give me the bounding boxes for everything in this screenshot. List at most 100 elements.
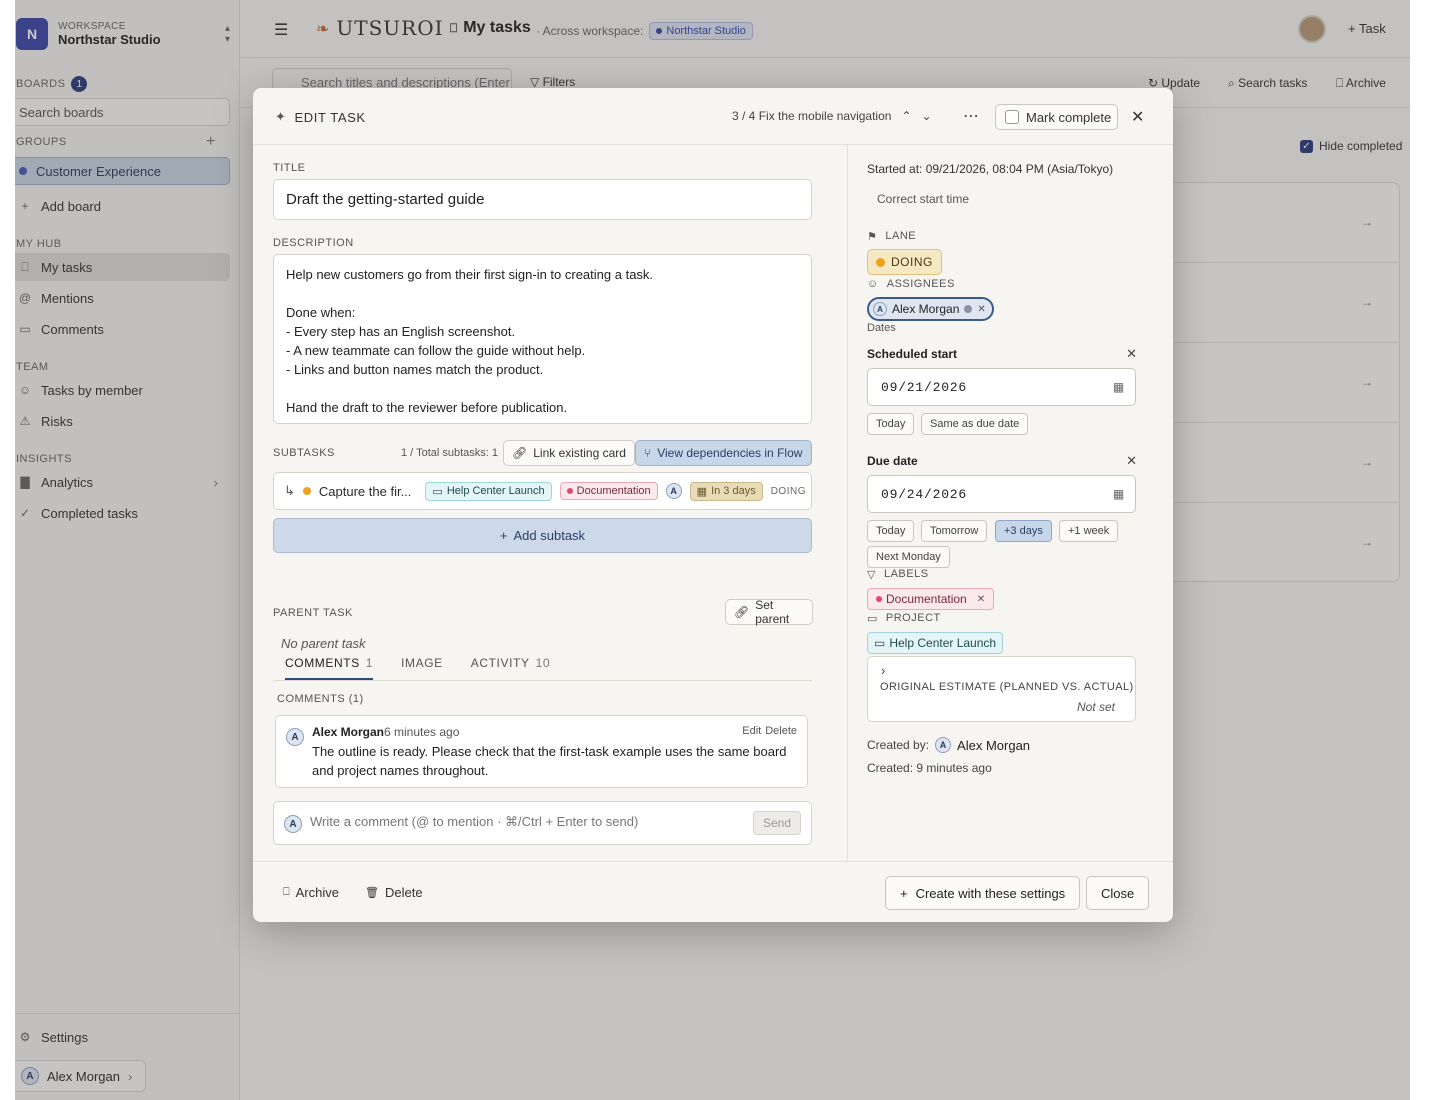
comment-input[interactable]: Write a comment (@ to mention · ⌘/Ctrl +… [310,814,638,830]
due-3-days-button[interactable]: +3 days [995,520,1052,542]
modal-title: ✦ EDIT TASK [275,109,366,125]
task-position-value: 3 / 4 [732,109,756,123]
nav-task-name: Fix the mobile navigation [758,109,892,123]
scheduled-start-heading: Scheduled start ✕ [867,346,1137,362]
created-by-name: Alex Morgan [957,737,1031,753]
calendar-icon[interactable]: ▦ [1113,487,1125,501]
scheduled-start-input[interactable]: 09/21/2026 ▦ [867,368,1136,406]
mark-complete-button[interactable]: Mark complete [995,104,1118,130]
estimate-value: Not set [1076,700,1115,714]
due-date-label: Due date [867,454,918,468]
due-date-input[interactable]: 09/24/2026 ▦ [867,475,1136,513]
assignee-name: Alex Morgan [892,302,960,316]
chevron-down-icon[interactable]: ⌄ [922,109,932,123]
modal-footer: ⎕ Archive 🗑︎ Delete + Create with these … [253,861,1173,922]
window-edge [1410,0,1440,1100]
tab-image[interactable]: IMAGE [401,651,443,680]
due-date-value: 09/24/2026 [881,487,968,502]
tab-label: IMAGE [401,656,443,670]
clear-due-icon[interactable]: ✕ [1126,453,1137,469]
link-icon: 🔗︎ [734,605,750,619]
user-icon: ☺ [867,278,879,290]
parent-task-heading: PARENT TASK [273,607,353,619]
trash-icon: 🗑︎ [365,887,379,899]
remove-label-icon[interactable]: ✕ [977,594,985,605]
remove-assignee-icon[interactable]: ✕ [977,304,985,315]
modal-header: ✦ EDIT TASK 3 / 4 Fix the mobile navigat… [253,88,1173,145]
set-parent-button[interactable]: 🔗︎ Set parent [725,598,813,626]
archive-icon: ⎕ [283,886,290,898]
send-button[interactable]: Send [753,811,801,835]
label-chip[interactable]: Documentation ✕ [867,588,995,610]
start-today-button[interactable]: Today [867,413,915,435]
assignees-heading-label: ASSIGNEES [886,278,955,290]
labels-heading-label: LABELS [883,568,929,580]
comment-time: 6 minutes ago [384,725,460,739]
activity-tabs: COMMENTS 1 IMAGE ACTIVITY 10 [273,651,812,681]
close-button[interactable]: Close [1086,876,1150,910]
due-date-heading: Due date ✕ [867,453,1137,469]
delete-task-label: Delete [384,885,423,900]
presence-icon [964,305,973,313]
plus-icon: + [900,885,908,901]
delete-task-button[interactable]: 🗑︎ Delete [365,885,423,900]
chevron-right-icon[interactable]: › [881,663,885,678]
due-today-button[interactable]: Today [867,520,915,542]
folder-icon: ▭ [867,613,878,625]
lane-dot-icon [876,257,885,267]
started-at: Started at: 09/21/2026, 08:04 PM (Asia/T… [867,162,1114,176]
due-1-week-button[interactable]: +1 week [1059,520,1119,542]
sparkle-icon: ✦ [275,109,287,124]
comment-item: A Alex Morgan 6 minutes ago Edit Delete … [275,715,808,788]
same-as-due-button[interactable]: Same as due date [921,413,1029,435]
tab-count: 10 [535,656,551,670]
labels-heading: ▽ LABELS [867,568,929,581]
flag-icon: ⚑ [867,231,878,243]
correct-start-time-button[interactable]: Correct start time [877,192,969,206]
created-by: Created by: A Alex Morgan [867,737,1030,753]
project-heading: ▭ PROJECT [867,612,941,625]
comment-text: The outline is ready. Please check that … [312,744,787,778]
due-next-monday-button[interactable]: Next Monday [867,546,950,568]
estimate-section[interactable]: › ORIGINAL ESTIMATE (PLANNED VS. ACTUAL)… [867,656,1136,722]
created-by-label: Created by: [867,738,930,752]
archive-task-button[interactable]: ⎕ Archive [283,885,339,900]
assignees-heading: ☺ ASSIGNEES [867,278,955,290]
calendar-icon[interactable]: ▦ [1113,380,1125,394]
label-chip-label: Documentation [886,592,967,606]
edit-task-modal: ✦ EDIT TASK 3 / 4 Fix the mobile navigat… [253,88,1173,922]
label-dot-icon [876,596,882,602]
chevron-up-icon[interactable]: ⌃ [901,109,911,123]
checkbox-icon [1005,110,1019,124]
dates-label: Dates [867,322,896,334]
close-icon[interactable]: ✕ [1131,107,1144,127]
mark-complete-label: Mark complete [1026,109,1112,125]
folder-icon: ▭ [874,636,886,650]
create-with-settings-label: Create with these settings [915,885,1066,901]
due-tomorrow-button[interactable]: Tomorrow [921,520,988,542]
task-position: 3 / 4 Fix the mobile navigation [732,109,891,123]
scheduled-start-label: Scheduled start [867,347,958,361]
task-navigator: 3 / 4 Fix the mobile navigation ⌃ ⌄ [732,109,932,123]
edit-comment-button[interactable]: Edit [742,725,761,737]
avatar: A [873,302,887,316]
tab-comments[interactable]: COMMENTS 1 [285,651,374,680]
tag-icon: ▽ [867,569,876,581]
tab-activity[interactable]: ACTIVITY 10 [471,651,550,680]
create-with-settings-button[interactable]: + Create with these settings [885,876,1081,910]
scheduled-start-value: 09/21/2026 [881,380,968,395]
window-edge [0,0,15,1100]
archive-task-label: Archive [295,885,339,900]
no-parent-text: No parent task [281,636,366,651]
estimate-label: ORIGINAL ESTIMATE (PLANNED VS. ACTUAL) [880,681,1134,693]
comments-heading: COMMENTS (1) [277,693,364,705]
lane-value: DOING [891,255,933,269]
comment-composer[interactable]: A Write a comment (@ to mention · ⌘/Ctrl… [273,801,812,845]
clear-start-icon[interactable]: ✕ [1126,346,1137,362]
delete-comment-button[interactable]: Delete [765,725,797,737]
lane-selector[interactable]: DOING [867,249,942,275]
project-chip[interactable]: ▭ Help Center Launch [867,632,1004,654]
more-icon[interactable]: ⋯ [963,106,979,126]
assignee-chip[interactable]: A Alex Morgan ✕ [867,297,994,321]
task-properties-pane: Started at: 09/21/2026, 08:04 PM (Asia/T… [867,145,1157,861]
